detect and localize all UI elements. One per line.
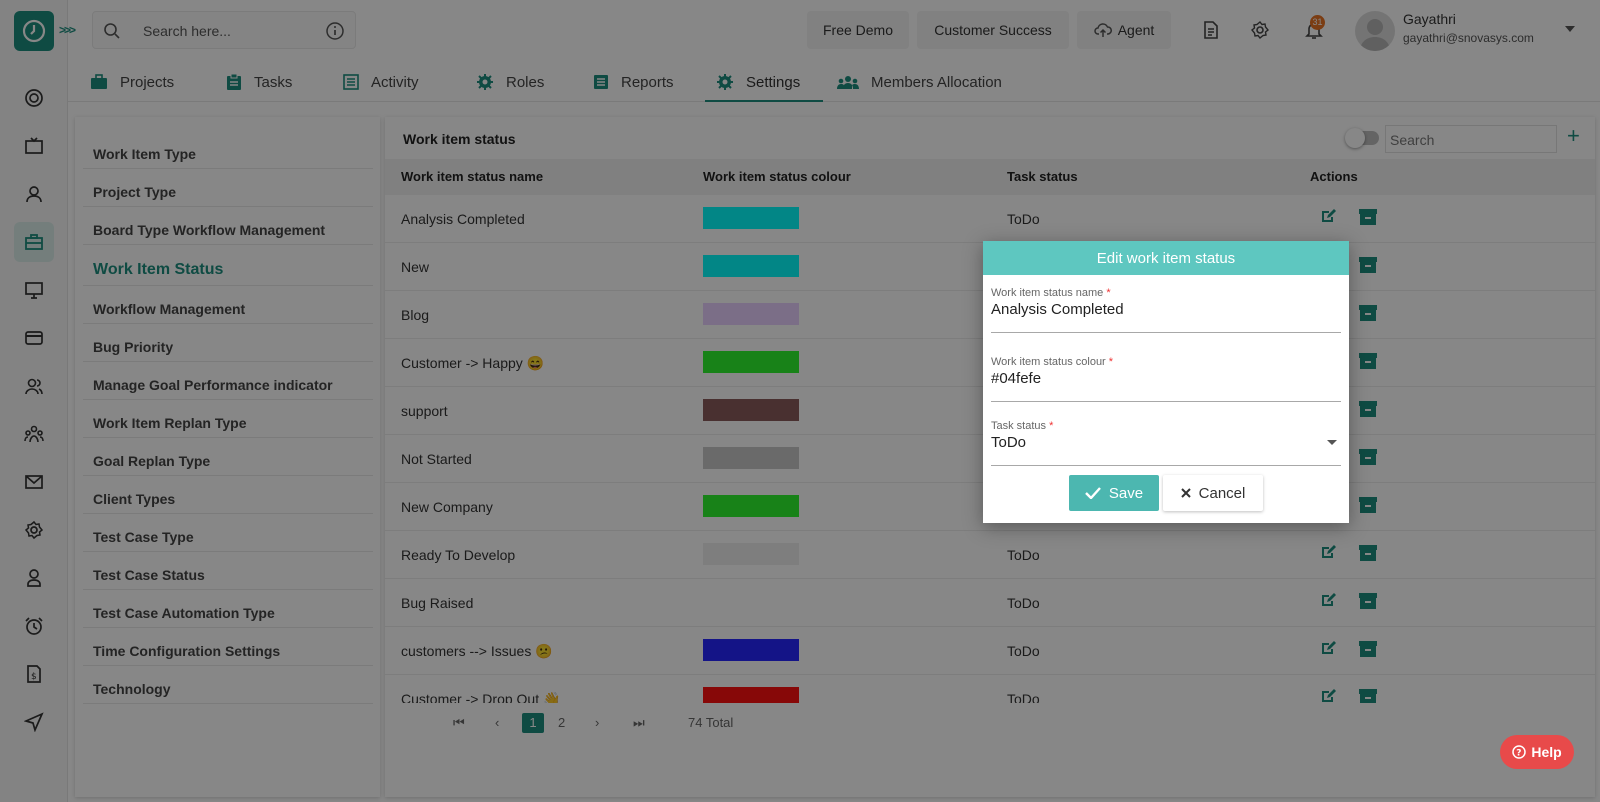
edit-status-dialog: Edit work item status Work item status n… bbox=[983, 241, 1349, 523]
field-label: Work item status name * bbox=[991, 287, 1111, 299]
svg-text:?: ? bbox=[1517, 749, 1522, 759]
help-label: Help bbox=[1531, 744, 1562, 760]
field-label: Work item status colour * bbox=[991, 356, 1114, 368]
help-button[interactable]: ? Help bbox=[1500, 735, 1574, 769]
task-status-select[interactable]: Task status * ToDo bbox=[991, 420, 1341, 466]
save-label: Save bbox=[1108, 484, 1144, 502]
question-icon: ? bbox=[1512, 745, 1527, 759]
check-icon bbox=[1085, 487, 1101, 499]
modal-backdrop[interactable] bbox=[0, 0, 1600, 802]
close-icon bbox=[1180, 488, 1191, 498]
status-colour-field[interactable]: Work item status colour * #04fefe bbox=[991, 356, 1341, 402]
cancel-label: Cancel bbox=[1198, 484, 1246, 502]
status-name-field[interactable]: Work item status name * Analysis Complet… bbox=[991, 287, 1341, 333]
task-status-value: ToDo bbox=[991, 434, 1027, 451]
cancel-button[interactable]: Cancel bbox=[1163, 475, 1263, 511]
field-label: Task status * bbox=[991, 420, 1054, 432]
status-colour-value: #04fefe bbox=[991, 370, 1042, 387]
dialog-title: Edit work item status bbox=[983, 241, 1349, 275]
status-name-value: Analysis Completed bbox=[991, 301, 1124, 318]
save-button[interactable]: Save bbox=[1069, 475, 1159, 511]
chevron-down-icon bbox=[1327, 440, 1337, 445]
